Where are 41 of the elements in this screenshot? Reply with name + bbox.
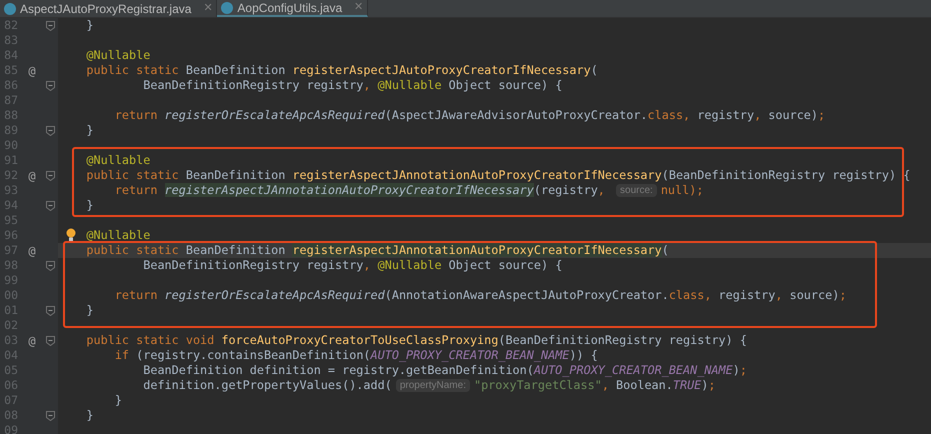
code-line: return registerOrEscalateApcAsRequired(AnnotationAwareAspectJAutoProxyCreator.class, registry, source);	[114, 288, 846, 302]
override-marker[interactable]: @	[28, 244, 36, 256]
tab-label: AopConfigUtils.java	[237, 0, 342, 16]
code-line: }	[86, 408, 94, 422]
fold-marker-icon[interactable]	[46, 80, 55, 90]
code-line: }	[86, 198, 94, 212]
code-line: @Nullable	[86, 228, 150, 242]
code-line: BeanDefinition definition = registry.getBeanDefinition(AUTO_PROXY_CREATOR_BEAN_NAME);	[143, 363, 747, 377]
code-line: BeanDefinitionRegistry registry, @Nullable Object source) {	[143, 258, 562, 272]
fold-marker-icon[interactable]	[46, 126, 55, 136]
fold-marker-icon[interactable]	[46, 20, 55, 30]
code-line: return registerAspectJAnnotationAutoProxyCreatorIfNecessary(registry, source: null);	[114, 183, 704, 197]
java-class-icon	[4, 2, 16, 14]
fold-marker-icon[interactable]	[46, 336, 55, 346]
editor-tab[interactable]: AopConfigUtils.java ✕	[217, 0, 368, 17]
close-button[interactable]: ✕	[203, 0, 212, 17]
code-line: }	[86, 18, 94, 32]
code-line: public static void forceAutoProxyCreatorToUseClassProxying(BeanDefinitionRegistry registry) {	[86, 333, 747, 347]
override-marker[interactable]: @	[28, 334, 36, 346]
fold-marker-icon[interactable]	[46, 410, 55, 420]
code-line: return registerOrEscalateApcAsRequired(AspectJAwareAdvisorAutoProxyCreator.class, registry, source);	[114, 108, 826, 122]
lightbulb-icon[interactable]	[66, 228, 76, 242]
code-line: }	[86, 303, 94, 317]
override-marker[interactable]: @	[28, 64, 36, 76]
fold-marker-icon[interactable]	[46, 306, 55, 316]
code-line: @Nullable	[86, 153, 150, 167]
code-line: @Nullable	[86, 48, 150, 62]
code-line: }	[86, 123, 94, 137]
override-marker[interactable]: @	[28, 170, 36, 182]
code-line: public static BeanDefinition registerAspectJAutoProxyCreatorIfNecessary(	[86, 63, 598, 77]
java-class-icon	[221, 2, 234, 14]
code-line: definition.getPropertyValues().add( propertyName: "proxyTargetClass", Boolean.TRUE);	[143, 378, 716, 392]
fold-marker-icon[interactable]	[46, 260, 55, 270]
code-line: BeanDefinitionRegistry registry, @Nullable Object source) {	[143, 78, 562, 92]
code-line: public static BeanDefinition registerAspectJAnnotationAutoProxyCreatorIfNecessary(BeanDefinitionRegistry registry) {	[86, 168, 910, 182]
code-line: public static BeanDefinition registerAspectJAnnotationAutoProxyCreatorIfNecessary(	[86, 243, 669, 257]
code-line: }	[114, 393, 122, 407]
code-line: if (registry.containsBeanDefinition(AUTO_PROXY_CREATOR_BEAN_NAME)) {	[114, 348, 598, 362]
fold-marker-icon[interactable]	[46, 170, 55, 180]
tab-label: AspectJAutoProxyRegistrar.java	[20, 0, 192, 18]
fold-marker-icon[interactable]	[46, 200, 55, 210]
